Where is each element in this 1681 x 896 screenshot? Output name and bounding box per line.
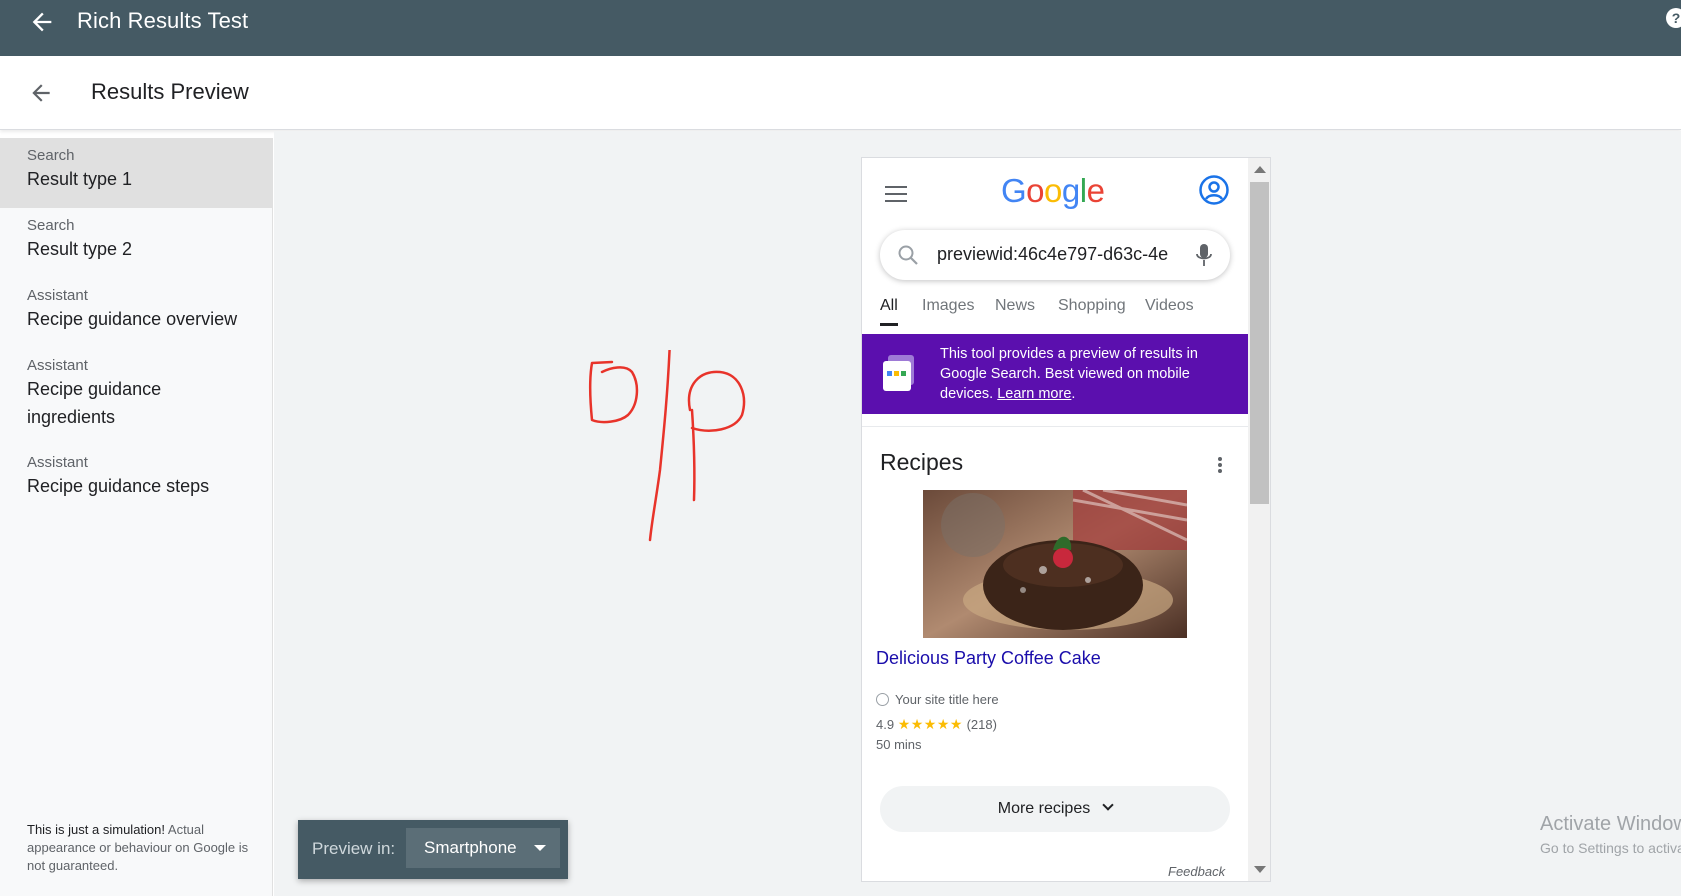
sidebar-item-label: Result type 1: [27, 169, 133, 189]
recipe-title-link[interactable]: Delicious Party Coffee Cake: [876, 648, 1101, 669]
banner-text: This tool provides a preview of results …: [940, 344, 1225, 404]
rating-value: 4.9: [876, 717, 895, 732]
recipes-card-title: Recipes: [880, 449, 964, 475]
more-recipes-label: More recipes: [997, 800, 1091, 817]
sidebar-item-category: Search: [27, 217, 75, 234]
sidebar-item-result-type-1[interactable]: Search Result type 1: [0, 138, 273, 208]
menu-icon[interactable]: [885, 186, 907, 202]
preview-info-banner: This tool provides a preview of results …: [862, 334, 1248, 414]
mobile-preview-frame: Google previewid:46c4e797-d63c-4e All Im…: [861, 157, 1271, 882]
red-ink-annotation: [588, 350, 746, 542]
watermark-line-2: Go to Settings to activate Windows.: [1540, 840, 1681, 856]
tab-news[interactable]: News: [995, 297, 1035, 315]
sidebar-item-category: Assistant: [27, 454, 88, 471]
device-select[interactable]: Smartphone: [406, 828, 560, 868]
tab-shopping[interactable]: Shopping: [1058, 297, 1126, 315]
globe-icon: [876, 693, 889, 706]
chevron-down-icon: [1102, 799, 1114, 811]
google-logo: Google: [1001, 172, 1105, 209]
sidebar-item-label: Recipe guidance overview: [27, 309, 238, 329]
preview-scrollbar[interactable]: [1248, 158, 1270, 881]
device-select-value: Smartphone: [424, 838, 517, 857]
sidebar-item-recipe-overview[interactable]: Assistant Recipe guidance overview: [0, 278, 273, 348]
app-title: Rich Results Test: [77, 8, 249, 33]
google-header: Google: [862, 158, 1248, 228]
site-title-text: Your site title here: [895, 692, 999, 707]
sidebar-item-category: Assistant: [27, 287, 88, 304]
recipe-rating: 4.9 ★★★★★ (218): [876, 716, 997, 733]
sidebar-item-recipe-steps[interactable]: Assistant Recipe guidance steps: [0, 445, 273, 515]
search-icon: [898, 245, 918, 265]
preview-window-icon: [883, 355, 914, 391]
results-preview-header: Results Preview: [0, 56, 1681, 130]
watermark-line-1: Activate Windows: [1540, 813, 1681, 835]
recipes-card: Recipes Delicious Party Coffee Cake Your…: [862, 426, 1248, 881]
page-title: Results Preview: [91, 79, 249, 104]
rating-stars-icon: ★★★★★: [897, 716, 963, 732]
microphone-icon[interactable]: [1196, 242, 1212, 268]
learn-more-link[interactable]: Learn more: [997, 386, 1071, 402]
sidebar-item-category: Assistant: [27, 357, 88, 374]
account-icon[interactable]: [1198, 174, 1230, 206]
sidebar-item-label: Result type 2: [27, 239, 133, 259]
more-recipes-button[interactable]: More recipes: [880, 786, 1230, 832]
search-box[interactable]: previewid:46c4e797-d63c-4e: [880, 230, 1230, 280]
site-title: Your site title here: [876, 692, 999, 707]
tab-all[interactable]: All: [880, 297, 898, 326]
disclaimer-bold: This is just a simulation!: [27, 822, 165, 837]
preview-in-label: Preview in:: [312, 839, 396, 858]
feedback-link[interactable]: Feedback: [1168, 864, 1225, 879]
tab-videos[interactable]: Videos: [1145, 297, 1194, 315]
sidebar-item-result-type-2[interactable]: Search Result type 2: [0, 208, 273, 278]
sidebar-item-recipe-ingredients[interactable]: Assistant Recipe guidance ingredients: [0, 348, 250, 445]
dropdown-arrow-icon: [534, 845, 546, 851]
preview-device-bar: Preview in: Smartphone: [298, 820, 568, 879]
help-icon[interactable]: ?: [1666, 8, 1681, 28]
app-header: Rich Results Test ?: [0, 0, 1681, 56]
tab-images[interactable]: Images: [922, 297, 974, 315]
rating-count: (218): [966, 717, 997, 732]
sidebar-item-label: Recipe guidance steps: [27, 476, 210, 496]
back-arrow-icon[interactable]: [28, 80, 54, 106]
result-type-sidebar: Search Result type 1 Search Result type …: [0, 138, 273, 896]
simulation-disclaimer: This is just a simulation! Actual appear…: [27, 821, 257, 875]
more-options-icon[interactable]: [1218, 457, 1222, 473]
back-arrow-icon[interactable]: [28, 8, 56, 36]
banner-end: .: [1071, 386, 1076, 402]
windows-activation-watermark: Activate Windows Go to Settings to activ…: [1540, 813, 1681, 856]
scroll-up-icon[interactable]: [1254, 166, 1266, 173]
sidebar-item-category: Search: [27, 147, 75, 164]
scroll-down-icon[interactable]: [1254, 866, 1266, 873]
search-tabs: All Images News Shopping Videos: [880, 297, 1248, 327]
recipe-image[interactable]: [923, 490, 1187, 638]
scrollbar-thumb[interactable]: [1250, 182, 1269, 504]
recipe-time: 50 mins: [876, 737, 922, 752]
search-input[interactable]: previewid:46c4e797-d63c-4e: [937, 244, 1177, 265]
sidebar-item-label: Recipe guidance ingredients: [27, 379, 162, 427]
